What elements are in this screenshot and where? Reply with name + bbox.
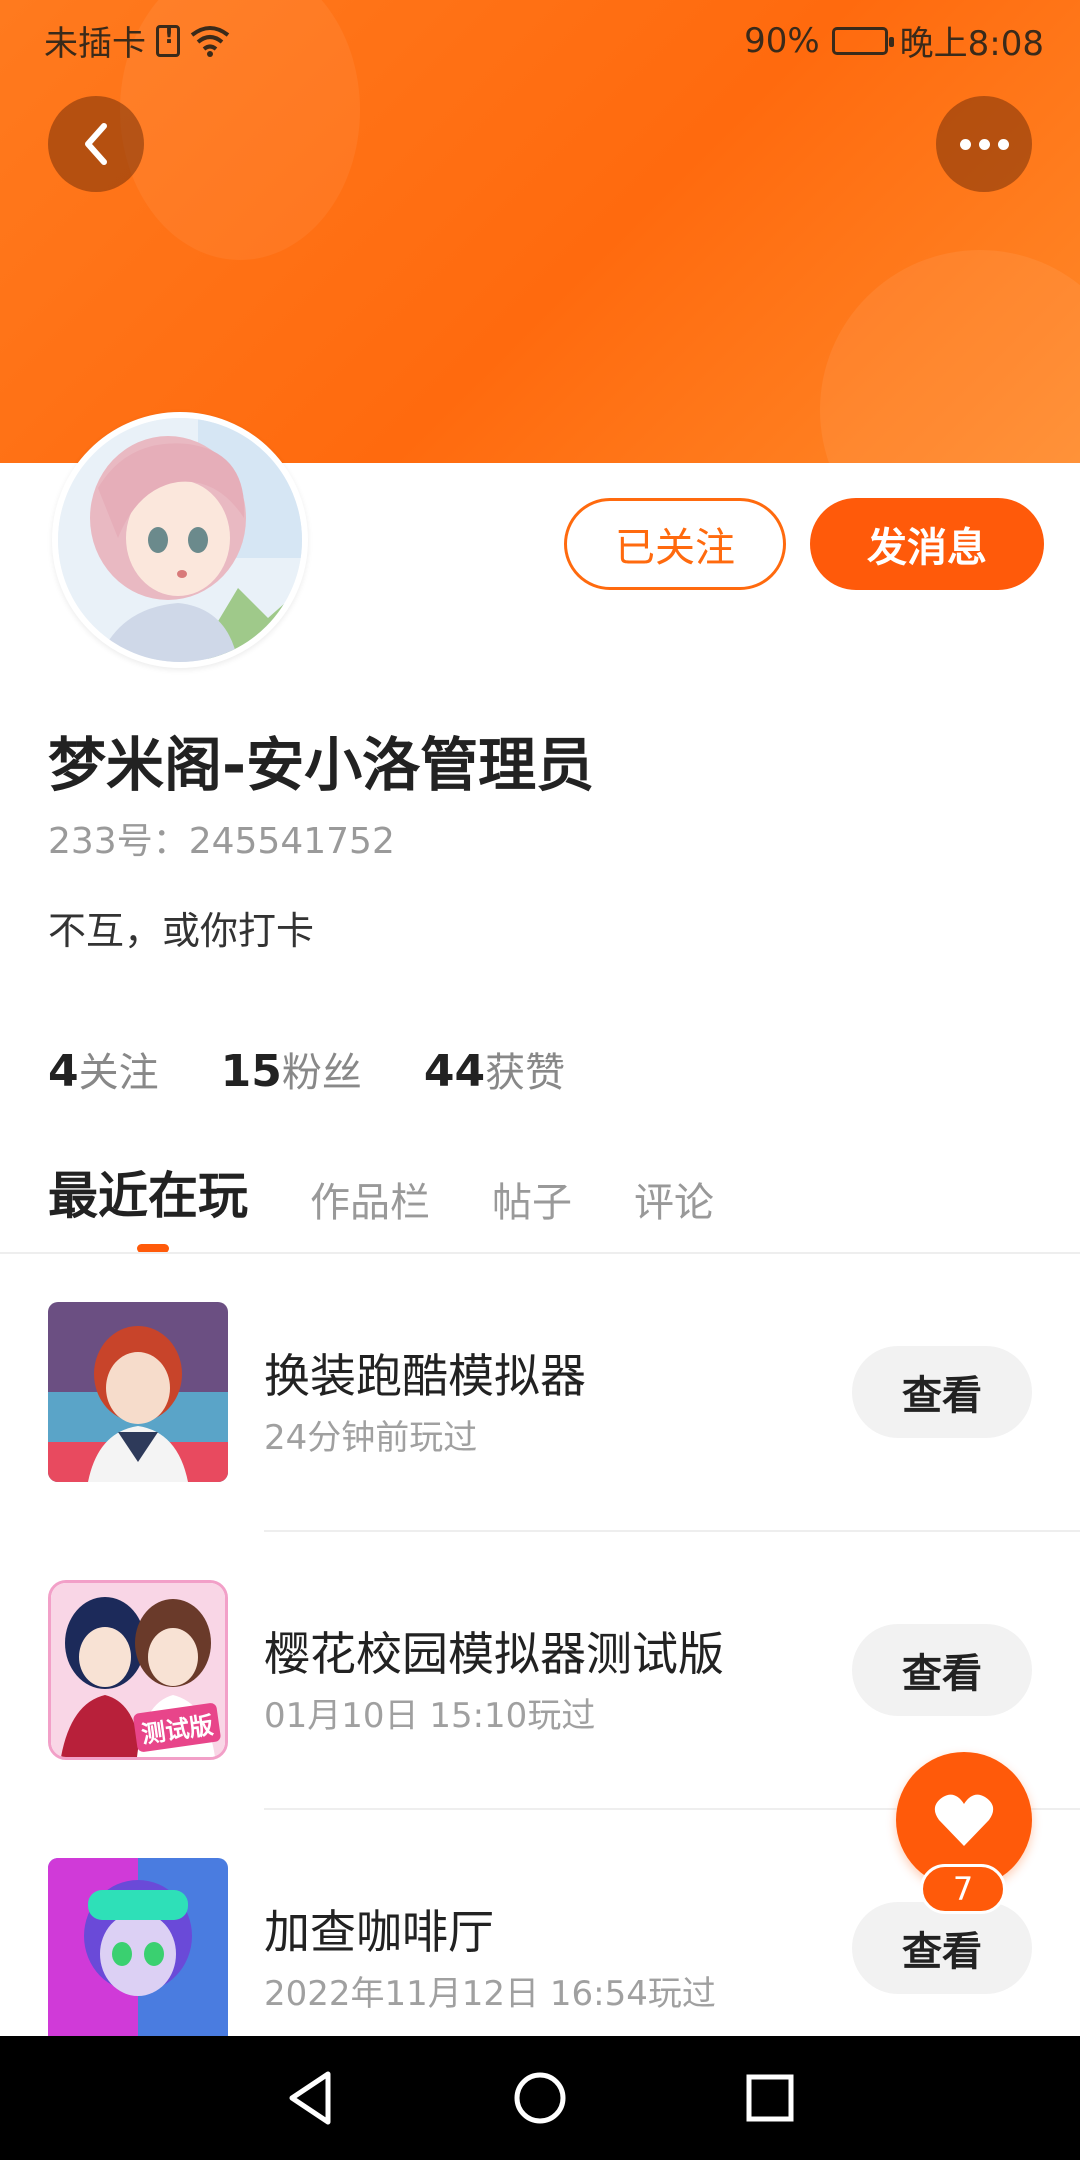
view-button[interactable]: 查看 bbox=[852, 1902, 1032, 1994]
game-title: 樱花校园模拟器测试版 bbox=[264, 1627, 724, 1681]
game-last-played: 2022年11月12日 16:54玩过 bbox=[264, 1974, 716, 2014]
list-item[interactable]: 换装跑酷模拟器 24分钟前玩过 查看 bbox=[0, 1302, 1080, 1522]
list-item[interactable]: 测试版 樱花校园模拟器测试版 01月10日 15:10玩过 查看 bbox=[0, 1580, 1080, 1800]
user-bio: 不互，或你打卡 bbox=[48, 909, 315, 953]
battery-icon bbox=[831, 26, 894, 55]
game-last-played: 24分钟前玩过 bbox=[264, 1418, 478, 1458]
game-title: 换装跑酷模拟器 bbox=[264, 1349, 586, 1403]
view-button[interactable]: 查看 bbox=[852, 1346, 1032, 1438]
chevron-left-icon bbox=[85, 123, 107, 165]
game-thumbnail: 测试版 bbox=[48, 1580, 228, 1760]
profile-stats: 4关注 15粉丝 44获赞 bbox=[48, 1040, 565, 1098]
circle-home-icon bbox=[514, 2072, 566, 2124]
tab-comments[interactable]: 评论 bbox=[634, 1170, 714, 1228]
list-divider bbox=[264, 1530, 1080, 1532]
stat-following-label: 关注 bbox=[78, 1050, 159, 1096]
triangle-back-icon bbox=[289, 2071, 331, 2125]
wifi-icon bbox=[190, 25, 230, 57]
followed-button[interactable]: 已关注 bbox=[564, 498, 786, 590]
stat-following[interactable]: 4关注 bbox=[48, 1040, 159, 1098]
tab-posts[interactable]: 帖子 bbox=[492, 1170, 572, 1228]
system-nav-bar bbox=[0, 2036, 1080, 2160]
game-thumbnail bbox=[48, 1858, 228, 2036]
back-button[interactable] bbox=[48, 96, 144, 192]
clock: 晚上8:08 bbox=[899, 24, 1044, 64]
sim-alert-icon bbox=[156, 24, 180, 57]
user-name: 梦米阁-安小洛管理员 bbox=[48, 731, 595, 799]
stat-likes[interactable]: 44获赞 bbox=[424, 1040, 565, 1098]
game-last-played: 01月10日 15:10玩过 bbox=[264, 1696, 596, 1736]
nav-recents-button[interactable] bbox=[740, 2068, 800, 2128]
battery-percent: 90% bbox=[744, 20, 820, 61]
status-bar: 未插卡 90% 晚上8:08 bbox=[0, 0, 1080, 74]
view-button[interactable]: 查看 bbox=[852, 1624, 1032, 1716]
more-options-button[interactable] bbox=[936, 96, 1032, 192]
game-thumbnail bbox=[48, 1302, 228, 1482]
nav-home-button[interactable] bbox=[510, 2068, 570, 2128]
nav-back-button[interactable] bbox=[280, 2068, 340, 2128]
like-count-badge: 7 bbox=[920, 1864, 1006, 1914]
tab-works[interactable]: 作品栏 bbox=[310, 1170, 430, 1228]
user-id: 233号：245541752 bbox=[48, 821, 395, 862]
tab-divider bbox=[0, 1252, 1080, 1254]
stat-likes-label: 获赞 bbox=[485, 1050, 566, 1096]
heart-icon bbox=[934, 1794, 994, 1846]
carrier-label: 未插卡 bbox=[44, 24, 146, 64]
avatar-image bbox=[58, 418, 302, 662]
profile-tabs: 最近在玩 作品栏 帖子 评论 bbox=[48, 1156, 714, 1228]
tab-recently-played[interactable]: 最近在玩 bbox=[48, 1156, 248, 1228]
more-dots-icon bbox=[959, 138, 1009, 150]
stat-fans-label: 粉丝 bbox=[281, 1050, 362, 1096]
send-message-button[interactable]: 发消息 bbox=[810, 498, 1044, 590]
avatar[interactable] bbox=[52, 412, 308, 668]
game-title: 加查咖啡厅 bbox=[264, 1905, 494, 1959]
stat-following-count: 4 bbox=[48, 1046, 79, 1097]
square-recents-icon bbox=[746, 2074, 794, 2122]
stat-fans[interactable]: 15粉丝 bbox=[221, 1040, 362, 1098]
stat-likes-count: 44 bbox=[423, 1046, 486, 1097]
stat-fans-count: 15 bbox=[220, 1046, 282, 1097]
